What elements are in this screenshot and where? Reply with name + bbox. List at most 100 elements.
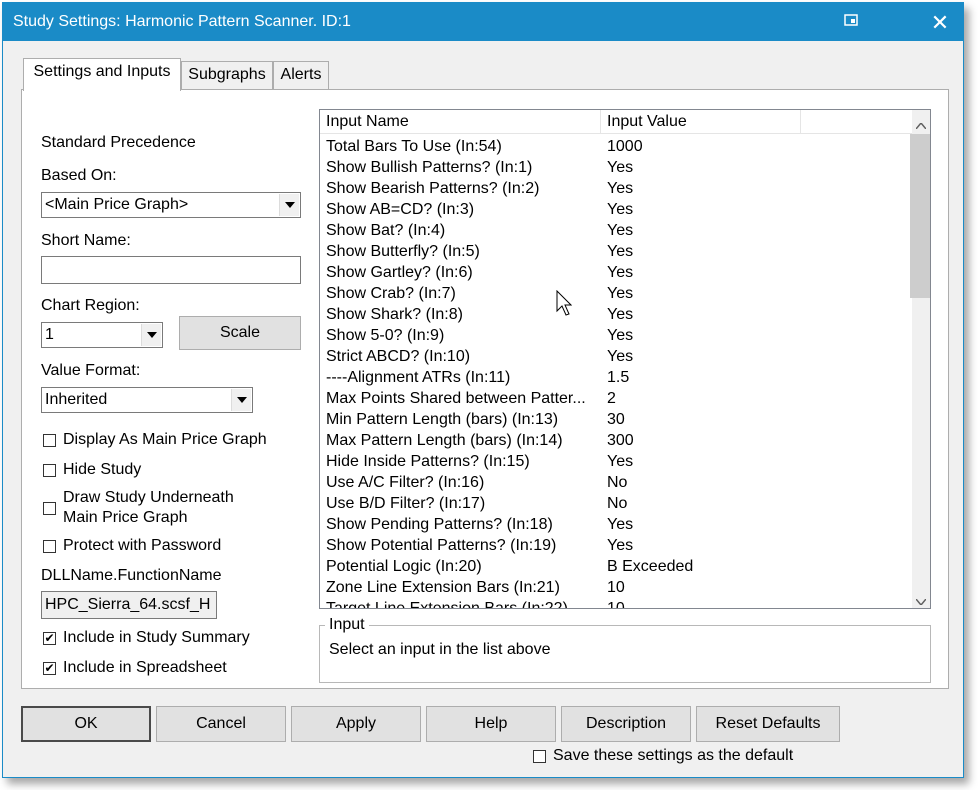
scroll-down-icon[interactable] [915,592,927,608]
table-row[interactable]: Use A/C Filter? (In:16) No [320,472,912,493]
table-row[interactable]: Potential Logic (In:20) B Exceeded [320,556,912,577]
reset-defaults-button[interactable]: Reset Defaults [696,706,840,742]
chevron-down-icon[interactable] [141,324,161,346]
cancel-button[interactable]: Cancel [156,706,286,742]
input-value-cell[interactable]: 10 [607,598,625,608]
table-row[interactable]: Target Line Extension Bars (In:22) 10 [320,598,912,608]
dll-name-field[interactable]: HPC_Sierra_64.scsf_H [41,591,217,619]
input-name-cell: Max Points Shared between Patter... [326,390,586,407]
table-row[interactable]: Show Bat? (In:4) Yes [320,220,912,241]
table-row[interactable]: ----Alignment ATRs (In:11) 1.5 [320,367,912,388]
short-name-input[interactable] [41,256,301,284]
table-row[interactable]: Show AB=CD? (In:3) Yes [320,199,912,220]
input-value-cell[interactable]: Yes [607,325,633,346]
input-name-cell: Max Pattern Length (bars) (In:14) [326,432,563,449]
description-button[interactable]: Description [561,706,691,742]
close-icon[interactable]: ✕ [923,9,957,37]
input-name-cell: Potential Logic (In:20) [326,558,482,575]
display-as-main-checkbox[interactable] [43,434,56,447]
value-format-select[interactable]: Inherited [41,387,253,413]
scrollbar-thumb[interactable] [910,134,930,298]
table-row[interactable]: Show Gartley? (In:6) Yes [320,262,912,283]
input-name-cell: Total Bars To Use (In:54) [326,138,502,155]
table-row[interactable]: Total Bars To Use (In:54) 1000 [320,136,912,157]
input-value-cell[interactable]: Yes [607,241,633,262]
input-group-title: Input [325,616,369,634]
mouse-cursor-icon [556,289,573,321]
value-format-label: Value Format: [41,362,141,379]
help-button[interactable]: Help [426,706,556,742]
header-input-value[interactable]: Input Value [601,110,801,134]
chevron-down-icon[interactable] [279,194,299,216]
header-input-name[interactable]: Input Name [320,110,601,134]
save-default-checkbox[interactable] [533,750,546,763]
input-value-cell[interactable]: Yes [607,304,633,325]
tab-subgraphs[interactable]: Subgraphs [181,61,273,89]
input-value-cell[interactable]: Yes [607,262,633,283]
table-row[interactable]: Show Butterfly? (In:5) Yes [320,241,912,262]
table-row[interactable]: Max Points Shared between Patter... 2 [320,388,912,409]
input-name-cell: Show 5-0? (In:9) [326,327,445,344]
table-row[interactable]: Show Pending Patterns? (In:18) Yes [320,514,912,535]
include-summary-label: Include in Study Summary [63,629,250,646]
input-name-cell: Strict ABCD? (In:10) [326,348,471,365]
tab-alerts[interactable]: Alerts [273,61,329,89]
inputs-list[interactable]: Input Name Input Value Total Bars To Use… [319,109,931,609]
include-summary-checkbox[interactable]: ✔ [43,632,56,645]
input-value-cell[interactable]: Yes [607,199,633,220]
table-row[interactable]: Show Crab? (In:7) Yes [320,283,912,304]
ok-button[interactable]: OK [21,706,151,742]
input-value-cell[interactable]: No [607,493,627,514]
table-row[interactable]: Show Bullish Patterns? (In:1) Yes [320,157,912,178]
hide-study-checkbox[interactable] [43,464,56,477]
input-value-cell[interactable]: 1000 [607,136,643,157]
apply-button[interactable]: Apply [291,706,421,742]
chart-region-select[interactable]: 1 [41,322,163,348]
input-value-cell[interactable]: Yes [607,220,633,241]
based-on-value: <Main Price Graph> [45,196,189,213]
include-spreadsheet-label: Include in Spreadsheet [63,659,227,676]
table-row[interactable]: Max Pattern Length (bars) (In:14) 300 [320,430,912,451]
pin-icon[interactable] [843,12,859,28]
table-row[interactable]: Show 5-0? (In:9) Yes [320,325,912,346]
input-value-cell[interactable]: 2 [607,388,616,409]
input-value-cell[interactable]: Yes [607,451,633,472]
input-name-cell: Hide Inside Patterns? (In:15) [326,453,530,470]
input-value-cell[interactable]: Yes [607,346,633,367]
dll-name-label: DLLName.FunctionName [41,567,222,584]
input-name-cell: Show Bearish Patterns? (In:2) [326,180,540,197]
input-value-cell[interactable]: Yes [607,283,633,304]
draw-underneath-checkbox[interactable] [43,502,56,515]
scroll-up-icon[interactable] [915,116,927,134]
title-bar[interactable]: Study Settings: Harmonic Pattern Scanner… [3,3,963,41]
scale-button[interactable]: Scale [179,316,301,350]
table-row[interactable]: Use B/D Filter? (In:17) No [320,493,912,514]
input-name-cell: Show Pending Patterns? (In:18) [326,516,553,533]
input-value-cell[interactable]: Yes [607,514,633,535]
study-settings-window: Study Settings: Harmonic Pattern Scanner… [2,2,964,778]
table-row[interactable]: Strict ABCD? (In:10) Yes [320,346,912,367]
input-value-cell[interactable]: No [607,472,627,493]
table-row[interactable]: Min Pattern Length (bars) (In:13) 30 [320,409,912,430]
protect-password-checkbox[interactable] [43,540,56,553]
input-value-cell[interactable]: Yes [607,178,633,199]
input-value-cell[interactable]: B Exceeded [607,556,693,577]
value-format-value: Inherited [45,391,108,408]
input-value-cell[interactable]: Yes [607,157,633,178]
table-row[interactable]: Hide Inside Patterns? (In:15) Yes [320,451,912,472]
chevron-down-icon[interactable] [231,389,251,411]
table-row[interactable]: Zone Line Extension Bars (In:21) 10 [320,577,912,598]
include-spreadsheet-checkbox[interactable]: ✔ [43,662,56,675]
table-row[interactable]: Show Shark? (In:8) Yes [320,304,912,325]
input-value-cell[interactable]: 10 [607,577,625,598]
input-value-cell[interactable]: 300 [607,430,634,451]
input-value-cell[interactable]: Yes [607,535,633,556]
table-row[interactable]: Show Potential Patterns? (In:19) Yes [320,535,912,556]
input-name-cell: Use B/D Filter? (In:17) [326,495,486,512]
input-value-cell[interactable]: 1.5 [607,367,629,388]
tab-settings-and-inputs[interactable]: Settings and Inputs [23,58,181,91]
based-on-select[interactable]: <Main Price Graph> [41,192,301,218]
draw-underneath-label: Draw Study Underneath [63,489,234,506]
input-value-cell[interactable]: 30 [607,409,625,430]
table-row[interactable]: Show Bearish Patterns? (In:2) Yes [320,178,912,199]
